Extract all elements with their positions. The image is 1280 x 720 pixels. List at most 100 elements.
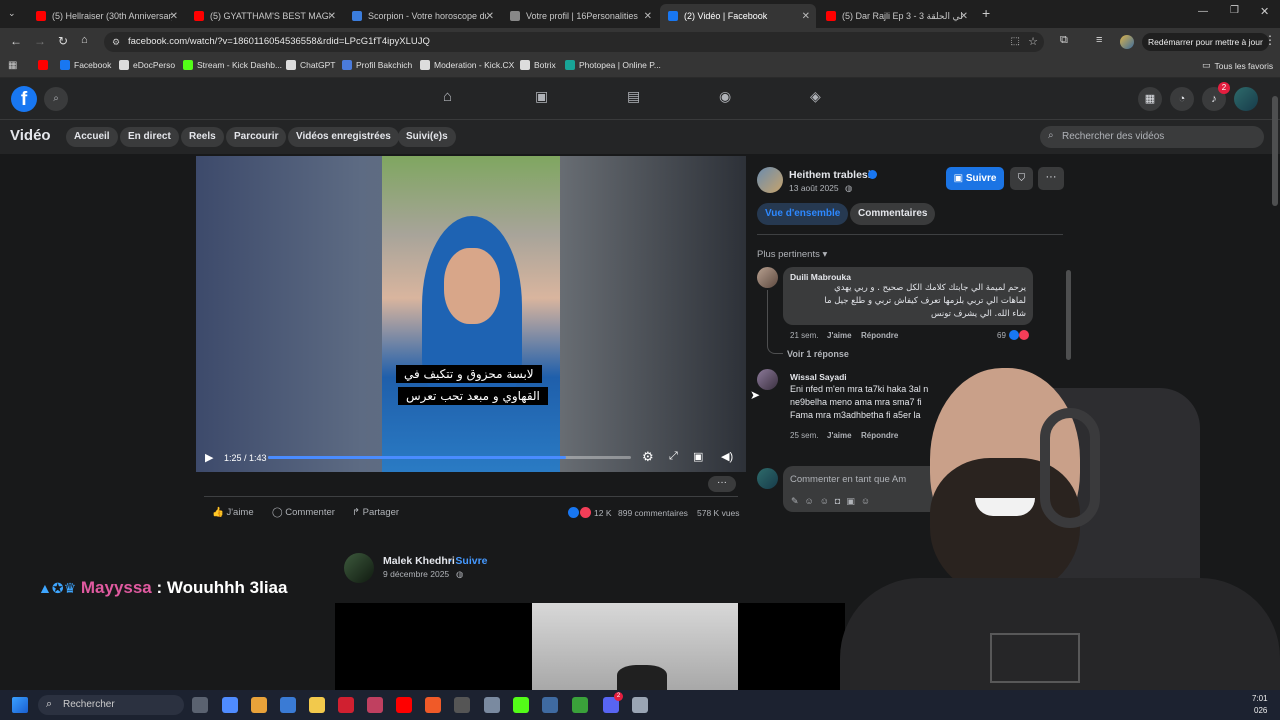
- reaction-count[interactable]: 12 K: [594, 508, 612, 518]
- author-name[interactable]: Heithem trablesi: [789, 169, 871, 181]
- clock-date[interactable]: 026: [1254, 706, 1267, 715]
- video-search-box[interactable]: ⌕ Rechercher des vidéos: [1040, 126, 1264, 148]
- post-options-button[interactable]: ···: [1038, 167, 1064, 190]
- install-icon[interactable]: ⬚: [1011, 32, 1020, 52]
- comment-reply-button[interactable]: Répondre: [861, 331, 898, 340]
- more-options-button[interactable]: ···: [708, 476, 736, 492]
- tab-close-icon[interactable]: ✕: [328, 11, 336, 22]
- snip-icon[interactable]: [367, 697, 383, 713]
- like-button[interactable]: 👍 J'aime: [212, 507, 254, 518]
- red-app-icon[interactable]: [338, 697, 354, 713]
- comment-reaction-count[interactable]: 69: [997, 331, 1006, 340]
- messenger-icon[interactable]: ◔: [1170, 87, 1194, 111]
- bookmark-item[interactable]: Stream - Kick Dashb...: [183, 60, 282, 70]
- video-progress-track[interactable]: [268, 456, 631, 459]
- play-icon[interactable]: ▶: [205, 451, 213, 464]
- fullscreen-icon[interactable]: ⤢: [669, 450, 678, 463]
- comment-sort-dropdown[interactable]: Plus pertinents ▾: [757, 249, 827, 260]
- extensions-icon[interactable]: ⧉: [1060, 34, 1068, 47]
- site-info-icon[interactable]: ⚙: [112, 32, 120, 52]
- menu-kebab-icon[interactable]: ⋮: [1264, 33, 1276, 47]
- home-nav-icon[interactable]: ⌂: [443, 88, 452, 105]
- settings-icon[interactable]: [484, 697, 500, 713]
- next-post-follow[interactable]: · Suivre: [449, 555, 488, 567]
- tab-overview[interactable]: Vue d'ensemble: [757, 203, 849, 225]
- url-input[interactable]: ⚙ facebook.com/watch/?v=1860116054536558…: [104, 32, 1044, 52]
- browser-tab[interactable]: (5) Dar Rajli Ep 3 - 3 دار رجلي الحلقة✕: [818, 4, 974, 28]
- start-button-icon[interactable]: [12, 697, 28, 713]
- comments-scrollbar[interactable]: [1066, 270, 1071, 360]
- search-icon[interactable]: ⌕: [44, 87, 68, 111]
- xbox-icon[interactable]: [572, 697, 588, 713]
- new-tab-button[interactable]: +: [982, 5, 990, 21]
- back-icon[interactable]: ←: [10, 34, 22, 48]
- video-nav-icon[interactable]: ▣: [535, 88, 548, 105]
- obs-icon[interactable]: [454, 697, 470, 713]
- follow-button[interactable]: ▣ Suivre: [946, 167, 1004, 190]
- pip-icon[interactable]: ▣: [693, 450, 703, 463]
- media-icon[interactable]: ≡: [1096, 34, 1102, 46]
- post-date[interactable]: 13 août 2025: [789, 183, 839, 193]
- comments-count[interactable]: 899 commentaires: [618, 508, 688, 518]
- video-nav-pill[interactable]: Suivi(e)s: [398, 127, 456, 147]
- reload-icon[interactable]: ↻: [58, 34, 68, 48]
- clock-time[interactable]: 7:01: [1252, 694, 1268, 703]
- next-post-video[interactable]: [335, 603, 845, 690]
- tab-close-icon[interactable]: ✕: [644, 11, 652, 22]
- bookmark-item[interactable]: ChatGPT: [286, 60, 335, 70]
- author-avatar[interactable]: [757, 167, 783, 193]
- tab-close-icon[interactable]: ✕: [170, 11, 178, 22]
- tab-close-icon[interactable]: ✕: [802, 11, 810, 22]
- bookmark-item[interactable]: Botrix: [520, 60, 556, 70]
- page-scrollbar[interactable]: [1272, 96, 1278, 206]
- next-post-avatar[interactable]: [344, 553, 374, 583]
- taskbar-search[interactable]: ⌕ Rechercher: [38, 695, 184, 715]
- bookmark-item[interactable]: Facebook: [60, 60, 111, 70]
- home-icon[interactable]: ⌂: [81, 34, 88, 46]
- facebook-logo[interactable]: f: [11, 86, 37, 112]
- comment-age[interactable]: 21 sem.: [790, 331, 818, 340]
- video-player[interactable]: [382, 156, 560, 472]
- youtube-icon[interactable]: [396, 697, 412, 713]
- comment-avatar[interactable]: [757, 267, 778, 288]
- comment-like-button[interactable]: J'aime: [827, 331, 852, 340]
- groups-nav-icon[interactable]: ◉: [719, 88, 731, 105]
- menu-grid-icon[interactable]: ▦: [1138, 87, 1162, 111]
- copilot-icon[interactable]: [222, 697, 238, 713]
- explorer-icon[interactable]: [309, 697, 325, 713]
- calculator-icon[interactable]: [632, 697, 648, 713]
- tab-search-icon[interactable]: ⌄: [8, 8, 16, 19]
- maximize-icon[interactable]: ❐: [1230, 5, 1239, 16]
- tab-comments[interactable]: Commentaires: [850, 203, 936, 225]
- video-nav-pill[interactable]: Accueil: [66, 127, 118, 147]
- settings-gear-icon[interactable]: ⚙: [642, 449, 654, 465]
- account-avatar[interactable]: [1234, 87, 1258, 111]
- forward-icon[interactable]: →: [34, 34, 46, 48]
- video-nav-pill[interactable]: Reels: [181, 127, 224, 147]
- browser-tab[interactable]: (5) Hellraiser (30th Anniversary ✕: [28, 4, 184, 28]
- profile-avatar[interactable]: [1120, 35, 1134, 49]
- share-button[interactable]: ↱ Partager: [352, 507, 399, 518]
- gaming-nav-icon[interactable]: ◈: [810, 88, 821, 105]
- store-icon[interactable]: [280, 697, 296, 713]
- bookmark-item[interactable]: Moderation - Kick.CX: [420, 60, 514, 70]
- bookmark-item[interactable]: Profil Bakchich: [342, 60, 412, 70]
- apps-grid-icon[interactable]: ▦: [8, 60, 17, 71]
- video-nav-pill[interactable]: Parcourir: [226, 127, 287, 147]
- kick-icon[interactable]: [513, 697, 529, 713]
- volume-icon[interactable]: ◀): [721, 450, 733, 463]
- close-window-icon[interactable]: ✕: [1260, 5, 1269, 18]
- comment-author[interactable]: Wissal Sayadi: [790, 372, 847, 382]
- comment-avatar[interactable]: [757, 369, 778, 390]
- task-view-icon[interactable]: [192, 697, 208, 713]
- bookmark-star-icon[interactable]: ☆: [1028, 32, 1038, 52]
- tab-close-icon[interactable]: ✕: [960, 11, 968, 22]
- steam-icon[interactable]: [542, 697, 558, 713]
- comment-button[interactable]: ◯ Commenter: [272, 507, 335, 518]
- browser-tab[interactable]: (2) Vidéo | Facebook ✕: [660, 4, 816, 28]
- next-post-date[interactable]: 9 décembre 2025: [383, 569, 449, 579]
- browser-tab[interactable]: Scorpion - Votre horoscope du ✕: [344, 4, 500, 28]
- marketplace-nav-icon[interactable]: ▤: [627, 88, 640, 105]
- video-nav-pill[interactable]: Vidéos enregistrées: [288, 127, 399, 147]
- bookmark-item[interactable]: eDocPerso: [119, 60, 175, 70]
